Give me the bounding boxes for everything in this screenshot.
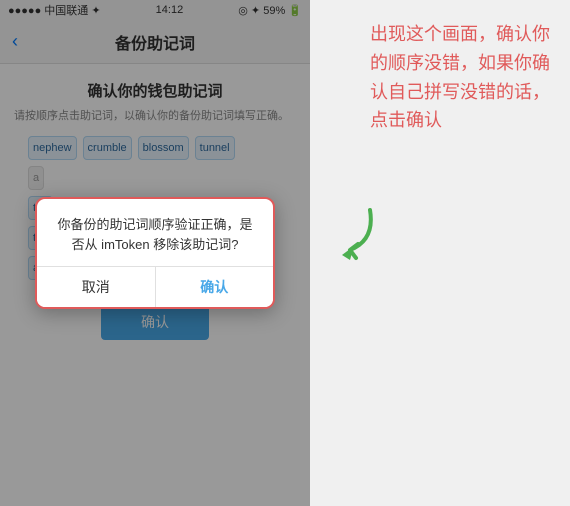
dialog-actions: 取消 确认 bbox=[37, 266, 273, 307]
annotation-text: 出现这个画面，确认你的顺序没错，如果你确认自己拼写没错的话，点击确认 bbox=[370, 20, 560, 135]
arrow-icon bbox=[320, 200, 380, 280]
dialog-confirm-button[interactable]: 确认 bbox=[156, 267, 274, 307]
arrow-container bbox=[320, 200, 380, 285]
dialog-overlay: 你备份的助记词顺序验证正确，是否从 imToken 移除该助记词? 取消 确认 bbox=[0, 0, 310, 506]
dialog-message: 你备份的助记词顺序验证正确，是否从 imToken 移除该助记词? bbox=[53, 215, 257, 254]
dialog-box: 你备份的助记词顺序验证正确，是否从 imToken 移除该助记词? 取消 确认 bbox=[35, 197, 275, 309]
phone-frame: ●●●●● 中国联通 ✦ 14:12 ◎ ✦ 59% 🔋 ‹ 备份助记词 确认你… bbox=[0, 0, 310, 506]
dialog-body: 你备份的助记词顺序验证正确，是否从 imToken 移除该助记词? bbox=[37, 199, 273, 266]
dialog-cancel-button[interactable]: 取消 bbox=[37, 267, 156, 307]
annotation-panel: 出现这个画面，确认你的顺序没错，如果你确认自己拼写没错的话，点击确认 bbox=[310, 0, 570, 506]
